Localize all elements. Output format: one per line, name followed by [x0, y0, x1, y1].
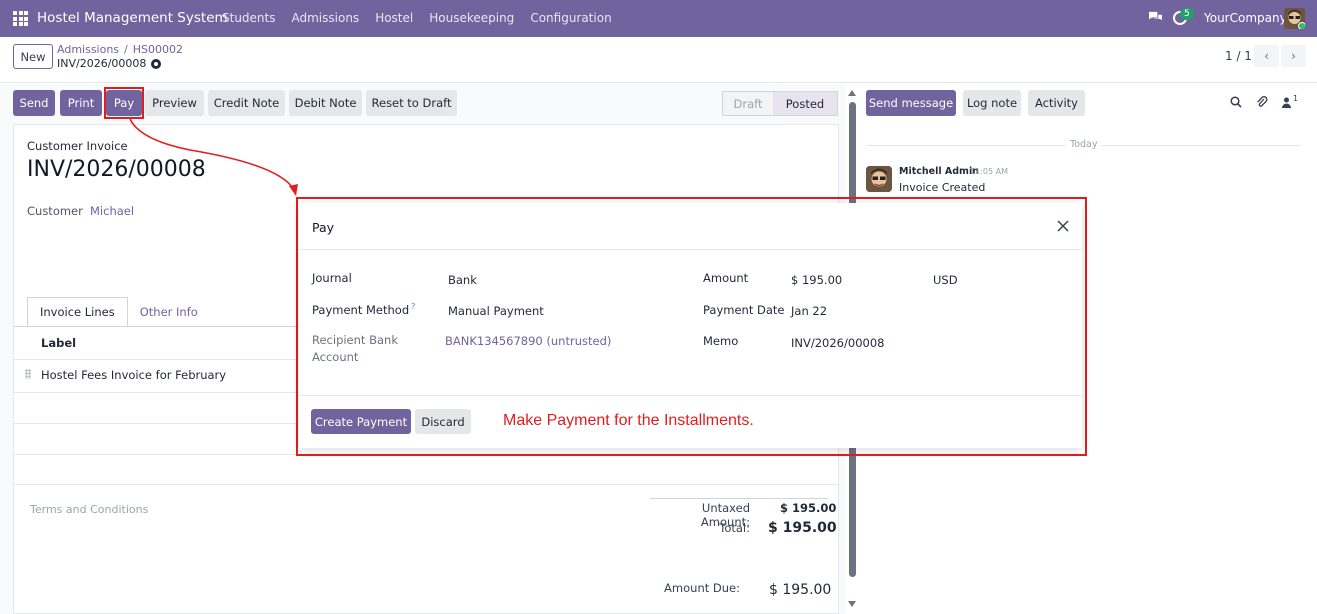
- help-tooltip-icon[interactable]: ?: [411, 302, 415, 311]
- recipient-bank-account-field[interactable]: BANK134567890 (untrusted): [445, 334, 611, 348]
- amount-label: Amount: [703, 271, 749, 285]
- memo-label: Memo: [703, 334, 739, 348]
- dialog-title: Pay: [312, 220, 335, 235]
- pay-dialog: Pay Journal Bank Payment Method? Manual …: [299, 203, 1082, 448]
- close-icon[interactable]: [1055, 218, 1071, 234]
- payment-method-label: Payment Method?: [312, 302, 415, 317]
- payment-method-label-text: Payment Method: [312, 302, 410, 317]
- annotation-text: Make Payment for the Installments.: [503, 412, 754, 429]
- currency-field[interactable]: USD: [933, 273, 958, 287]
- amount-field[interactable]: $ 195.00: [791, 273, 842, 287]
- journal-field[interactable]: Bank: [448, 273, 477, 287]
- dialog-header-divider: [299, 249, 1082, 250]
- payment-date-label: Payment Date: [703, 303, 785, 317]
- payment-date-field[interactable]: Jan 22: [791, 304, 827, 318]
- memo-field[interactable]: INV/2026/00008: [791, 336, 884, 350]
- dialog-footer-divider: [299, 395, 1082, 396]
- journal-label: Journal: [312, 271, 352, 285]
- discard-button[interactable]: Discard: [415, 409, 471, 434]
- recipient-bank-account-label: Recipient Bank Account: [312, 333, 398, 364]
- create-payment-button[interactable]: Create Payment: [311, 409, 411, 434]
- payment-method-field[interactable]: Manual Payment: [448, 304, 544, 318]
